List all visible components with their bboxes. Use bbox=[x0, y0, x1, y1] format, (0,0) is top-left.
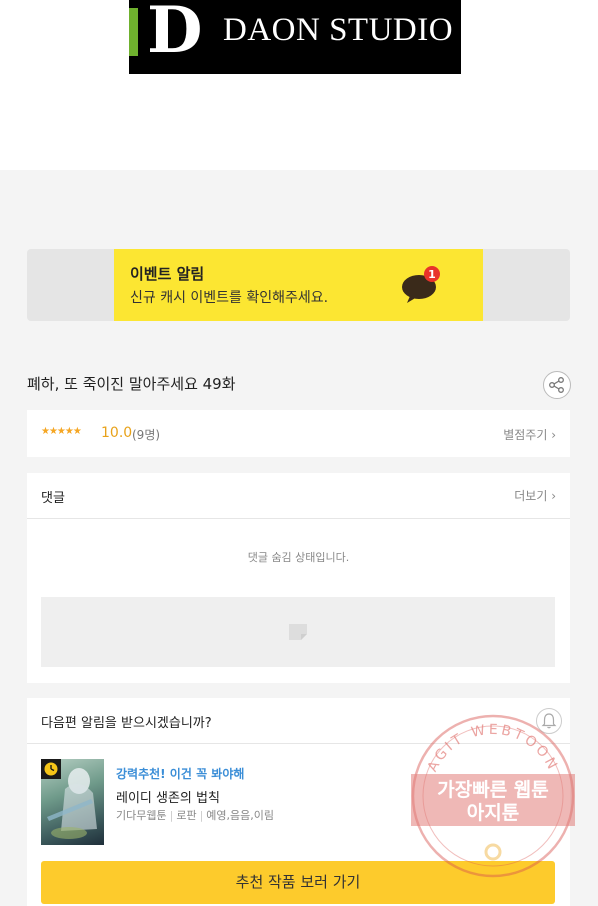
recommend-title[interactable]: 레이디 생존의 법칙 bbox=[116, 787, 220, 806]
comments-more-button[interactable]: 더보기 › bbox=[514, 487, 556, 504]
tag-item: 로판 bbox=[176, 809, 197, 822]
rating-score: 10.0 bbox=[101, 425, 133, 441]
event-banner[interactable]: 이벤트 알림 신규 캐시 이벤트를 확인해주세요. 1 bbox=[114, 249, 483, 321]
chat-bubble-icon: 1 bbox=[402, 266, 440, 303]
studio-logo: D DAON STUDIO bbox=[129, 0, 461, 74]
event-banner-subtitle: 신규 캐시 이벤트를 확인해주세요. bbox=[130, 290, 329, 306]
event-banner-title: 이벤트 알림 bbox=[130, 265, 205, 283]
comments-header: 댓글 bbox=[41, 491, 65, 506]
rating-card: ★★★★★ 10.0 (9명) 별점주기 › bbox=[27, 410, 570, 457]
event-banner-container: 이벤트 알림 신규 캐시 이벤트를 확인해주세요. 1 bbox=[27, 249, 570, 321]
comments-card: 댓글 더보기 › 댓글 숨김 상태입니다. bbox=[27, 473, 570, 683]
notification-bell-button[interactable] bbox=[536, 708, 562, 734]
share-icon bbox=[549, 377, 564, 393]
tag-item: 예영,음음,이림 bbox=[206, 809, 275, 822]
recommended-works-button[interactable]: 추천 작품 보러 가기 bbox=[41, 861, 555, 904]
tag-separator: | bbox=[169, 809, 174, 822]
next-episode-card: 다음편 알림을 받으시겠습니까? 강력추천! 이건 꼭 봐야해 레이디 생존의 … bbox=[27, 698, 570, 906]
bell-icon bbox=[541, 713, 557, 729]
logo-text: DAON STUDIO bbox=[223, 12, 454, 48]
divider bbox=[27, 743, 570, 744]
recommend-tags: 기다무웹툰 | 로판 | 예영,음음,이림 bbox=[116, 807, 274, 823]
comments-hidden-message: 댓글 숨김 상태입니다. bbox=[247, 551, 350, 564]
rate-button[interactable]: 별점주기 › bbox=[503, 426, 556, 443]
rating-votes: (9명) bbox=[132, 428, 161, 442]
recommended-thumbnail[interactable] bbox=[41, 759, 104, 845]
logo-accent-bar bbox=[129, 8, 138, 56]
rating-stars: ★★★★★ bbox=[41, 426, 82, 437]
cover-art-image bbox=[47, 768, 97, 839]
logo-letter: D bbox=[147, 0, 203, 68]
tag-separator: | bbox=[199, 809, 204, 822]
note-icon bbox=[289, 624, 307, 640]
episode-title: 폐하, 또 죽이진 말아주세요 49화 bbox=[27, 375, 236, 393]
tag-item: 기다무웹툰 bbox=[116, 809, 167, 822]
comment-input-box[interactable] bbox=[41, 597, 555, 667]
divider bbox=[27, 518, 570, 519]
share-button[interactable] bbox=[543, 371, 571, 399]
notification-badge-count: 1 bbox=[428, 268, 436, 281]
recommend-label: 강력추천! 이건 꼭 봐야해 bbox=[116, 767, 245, 781]
next-episode-question: 다음편 알림을 받으시겠습니까? bbox=[41, 716, 212, 731]
